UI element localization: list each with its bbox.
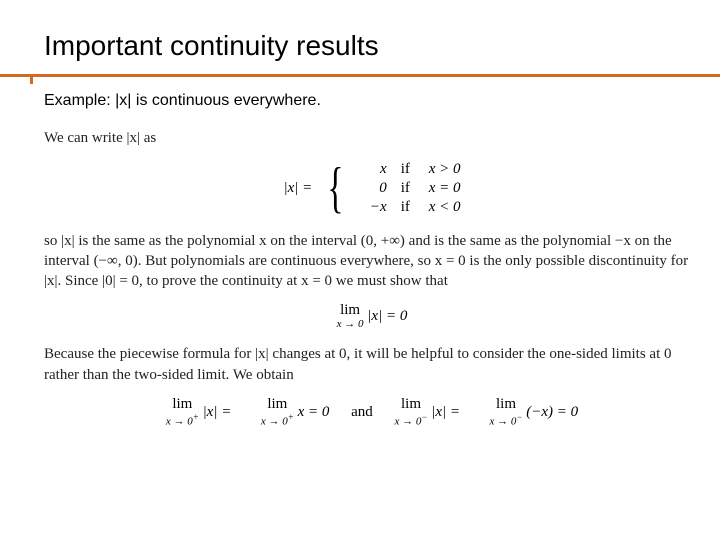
lim-sub: x → 0− bbox=[395, 413, 428, 428]
piecewise-lhs: |x| = bbox=[284, 180, 313, 197]
lim-sub: x → 0+ bbox=[261, 413, 294, 428]
lim-sub-text: x → 0 bbox=[166, 415, 193, 427]
lim-sub-text: x → 0 bbox=[490, 415, 517, 427]
case-cond: x = 0 bbox=[429, 179, 461, 198]
case-if: if bbox=[401, 160, 415, 179]
lim-sup: − bbox=[516, 412, 522, 422]
lim-word: lim bbox=[337, 303, 364, 318]
page-title: Important continuity results bbox=[44, 30, 700, 64]
content-area: Example: |x| is continuous everywhere. W… bbox=[44, 92, 700, 427]
lim-sub: x → 0+ bbox=[166, 413, 199, 428]
case-if: if bbox=[401, 179, 415, 198]
lim-expr-part: (−x) = 0 bbox=[526, 404, 578, 420]
title-tick bbox=[30, 74, 33, 84]
lim-expr: |x| = 0 bbox=[367, 308, 407, 324]
case-if: if bbox=[401, 198, 415, 217]
lim-expr-part: |x| = bbox=[431, 404, 460, 420]
lim-sup: + bbox=[193, 412, 199, 422]
limits-row: lim x → 0+ |x| = lim x → 0+ x = 0 and li… bbox=[44, 397, 700, 428]
lim-sub: x → 0− bbox=[490, 413, 523, 428]
case-row: 0 if x = 0 bbox=[359, 179, 461, 198]
lim-sub-text: x → 0 bbox=[261, 415, 288, 427]
lim-word: lim bbox=[490, 397, 523, 412]
paragraph-1: so |x| is the same as the polynomial x o… bbox=[44, 231, 700, 292]
case-val: −x bbox=[359, 198, 387, 217]
case-val: 0 bbox=[359, 179, 387, 198]
intro-text: We can write |x| as bbox=[44, 128, 700, 148]
case-val: x bbox=[359, 160, 387, 179]
piecewise-cases: x if x > 0 0 if x = 0 −x if x < 0 bbox=[359, 160, 461, 216]
case-row: −x if x < 0 bbox=[359, 198, 461, 217]
lim-expr-part: |x| = bbox=[203, 404, 232, 420]
lim-word: lim bbox=[261, 397, 294, 412]
lim-word: lim bbox=[395, 397, 428, 412]
and-word: and bbox=[351, 404, 373, 421]
lim-expr-part: x = 0 bbox=[298, 404, 330, 420]
limit-center: lim x → 0 |x| = 0 bbox=[44, 303, 700, 330]
case-row: x if x > 0 bbox=[359, 160, 461, 179]
case-cond: x > 0 bbox=[429, 160, 461, 179]
lim-sup: + bbox=[288, 412, 294, 422]
case-cond: x < 0 bbox=[429, 198, 461, 217]
lim-sub-text: x → 0 bbox=[395, 415, 422, 427]
example-line: Example: |x| is continuous everywhere. bbox=[44, 92, 700, 110]
piecewise-definition: |x| = { x if x > 0 0 if x = 0 −x bbox=[44, 160, 700, 216]
lim-word: lim bbox=[166, 397, 199, 412]
slide: Important continuity results Example: |x… bbox=[0, 0, 720, 540]
brace-icon: { bbox=[327, 163, 343, 213]
paragraph-2: Because the piecewise formula for |x| ch… bbox=[44, 344, 700, 385]
lim-sub: x → 0 bbox=[337, 319, 364, 330]
title-underline bbox=[0, 74, 720, 77]
lim-sup: − bbox=[421, 412, 427, 422]
